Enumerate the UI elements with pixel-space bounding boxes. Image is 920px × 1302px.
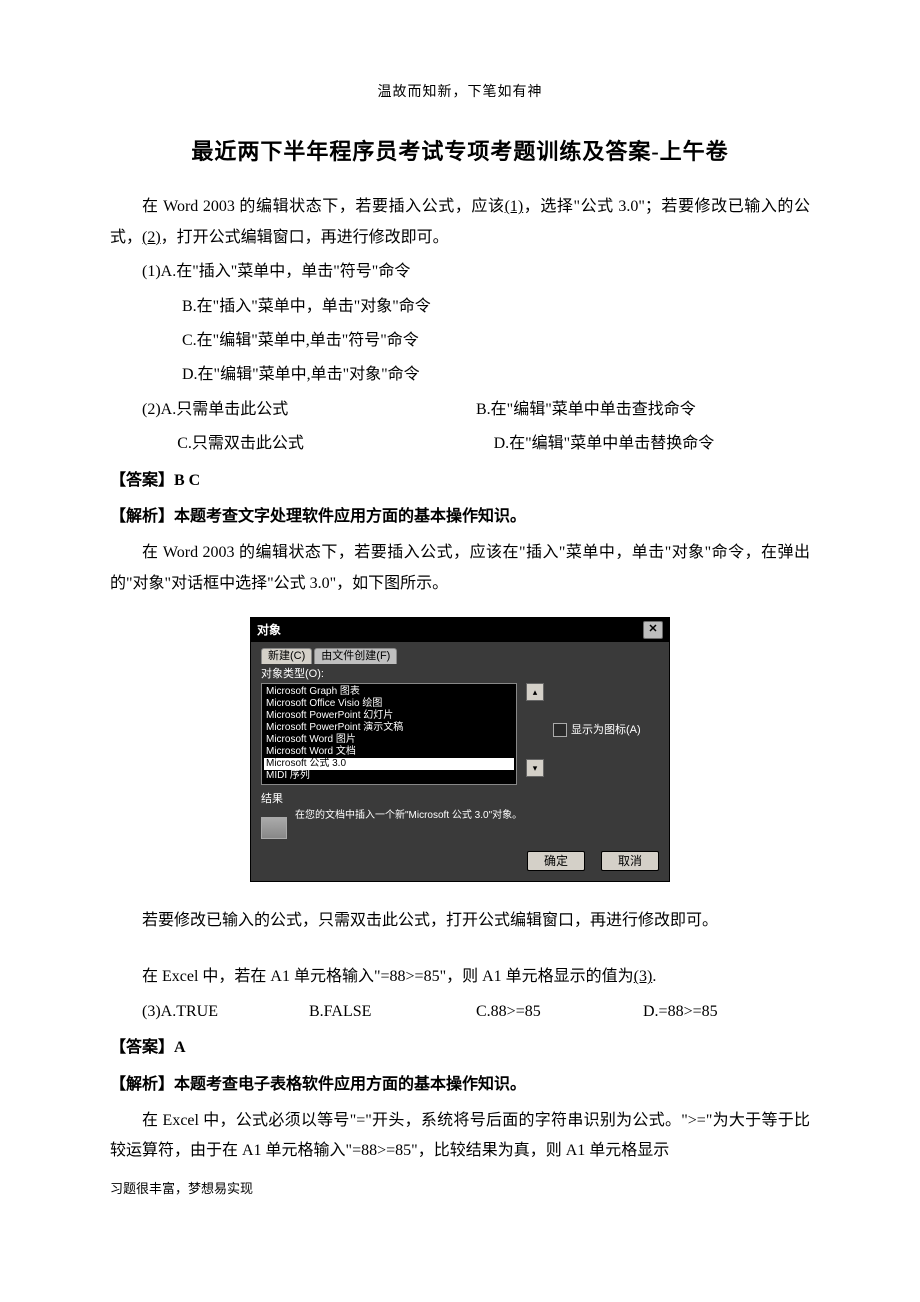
analysis-2-p1: 在 Excel 中，公式必须以等号"="开头，系统将号后面的字符串识别为公式。"… xyxy=(110,1106,810,1167)
list-item-selected[interactable]: Microsoft 公式 3.0 xyxy=(264,758,514,770)
q3-option-d: D.=88>=85 xyxy=(643,997,810,1027)
question-3-stem: 在 Excel 中，若在 A1 单元格输入"=88>=85"，则 A1 单元格显… xyxy=(110,962,810,992)
list-item[interactable]: Microsoft Word 图片 xyxy=(264,734,514,746)
list-item[interactable]: Microsoft Graph 图表 xyxy=(264,686,514,698)
listbox-scrollbar[interactable]: ▴ ▾ xyxy=(527,683,543,777)
result-icon xyxy=(261,817,287,839)
q1-option-a: (1)A.在"插入"菜单中，单击"符号"命令 xyxy=(110,257,810,287)
q2-option-d: D.在"编辑"菜单中单击替换命令 xyxy=(494,429,810,459)
list-item[interactable]: Microsoft PowerPoint 幻灯片 xyxy=(264,710,514,722)
footer-note: 习题很丰富，梦想易实现 xyxy=(110,1177,810,1202)
scroll-up-icon[interactable]: ▴ xyxy=(526,683,544,701)
object-type-listbox[interactable]: Microsoft Graph 图表 Microsoft Office Visi… xyxy=(261,683,517,785)
object-dialog-figure: 对象 ✕ 新建(C) 由文件创建(F) 对象类型(O): Microsoft G… xyxy=(250,617,670,882)
q1-option-c: C.在"编辑"菜单中,单击"符号"命令 xyxy=(110,326,810,356)
list-item[interactable]: Microsoft Word 文档 xyxy=(264,746,514,758)
object-type-label: 对象类型(O): xyxy=(261,668,659,681)
tab-new[interactable]: 新建(C) xyxy=(261,648,312,664)
q2-option-b: B.在"编辑"菜单中单击查找命令 xyxy=(476,395,810,425)
blank-2: (2) xyxy=(142,229,161,246)
q1-option-b: B.在"插入"菜单中，单击"对象"命令 xyxy=(110,292,810,322)
q2-option-c: C.只需双击此公式 xyxy=(142,429,494,459)
q3-option-b: B.FALSE xyxy=(309,997,476,1027)
show-as-icon-checkbox[interactable] xyxy=(553,723,567,737)
q3-option-a: (3)A.TRUE xyxy=(142,997,309,1027)
q2-option-a: (2)A.只需单击此公式 xyxy=(142,395,476,425)
analysis-1-p2: 若要修改已输入的公式，只需双击此公式，打开公式编辑窗口，再进行修改即可。 xyxy=(110,906,810,936)
list-item[interactable]: Microsoft PowerPoint 演示文稿 xyxy=(264,722,514,734)
blank-1: (1) xyxy=(505,198,524,215)
q1-option-d: D.在"编辑"菜单中,单击"对象"命令 xyxy=(110,360,810,390)
answer-1: 【答案】B C xyxy=(110,466,810,496)
header-note: 温故而知新，下笔如有神 xyxy=(110,80,810,107)
q1-text-a: 在 Word 2003 的编辑状态下，若要插入公式，应该 xyxy=(142,198,505,215)
cancel-button[interactable]: 取消 xyxy=(601,851,659,871)
q3-option-c: C.88>=85 xyxy=(476,997,643,1027)
show-as-icon-label: 显示为图标(A) xyxy=(571,724,641,737)
analysis-1-p1: 在 Word 2003 的编辑状态下，若要插入公式，应该在"插入"菜单中，单击"… xyxy=(110,538,810,599)
ok-button[interactable]: 确定 xyxy=(527,851,585,871)
q3-text-a: 在 Excel 中，若在 A1 单元格输入"=88>=85"，则 A1 单元格显… xyxy=(142,968,634,985)
answer-2: 【答案】A xyxy=(110,1033,810,1063)
question-1-stem: 在 Word 2003 的编辑状态下，若要插入公式，应该(1)，选择"公式 3.… xyxy=(110,192,810,253)
blank-3: (3) xyxy=(634,968,653,985)
result-label: 结果 xyxy=(261,793,659,806)
dialog-title: 对象 xyxy=(257,623,281,637)
tab-from-file[interactable]: 由文件创建(F) xyxy=(314,648,397,664)
result-text: 在您的文档中插入一个新"Microsoft 公式 3.0"对象。 xyxy=(295,809,522,822)
q1-text-c: ，打开公式编辑窗口，再进行修改即可。 xyxy=(161,229,449,246)
list-item[interactable]: MIDI 序列 xyxy=(264,770,514,782)
close-icon[interactable]: ✕ xyxy=(643,621,663,639)
q3-text-b: . xyxy=(652,968,656,985)
analysis-1-head: 【解析】本题考查文字处理软件应用方面的基本操作知识。 xyxy=(110,502,810,532)
scroll-down-icon[interactable]: ▾ xyxy=(526,759,544,777)
analysis-2-head: 【解析】本题考查电子表格软件应用方面的基本操作知识。 xyxy=(110,1070,810,1100)
list-item[interactable]: Microsoft Office Visio 绘图 xyxy=(264,698,514,710)
page-title: 最近两下半年程序员考试专项考题训练及答案-上午卷 xyxy=(110,131,810,173)
